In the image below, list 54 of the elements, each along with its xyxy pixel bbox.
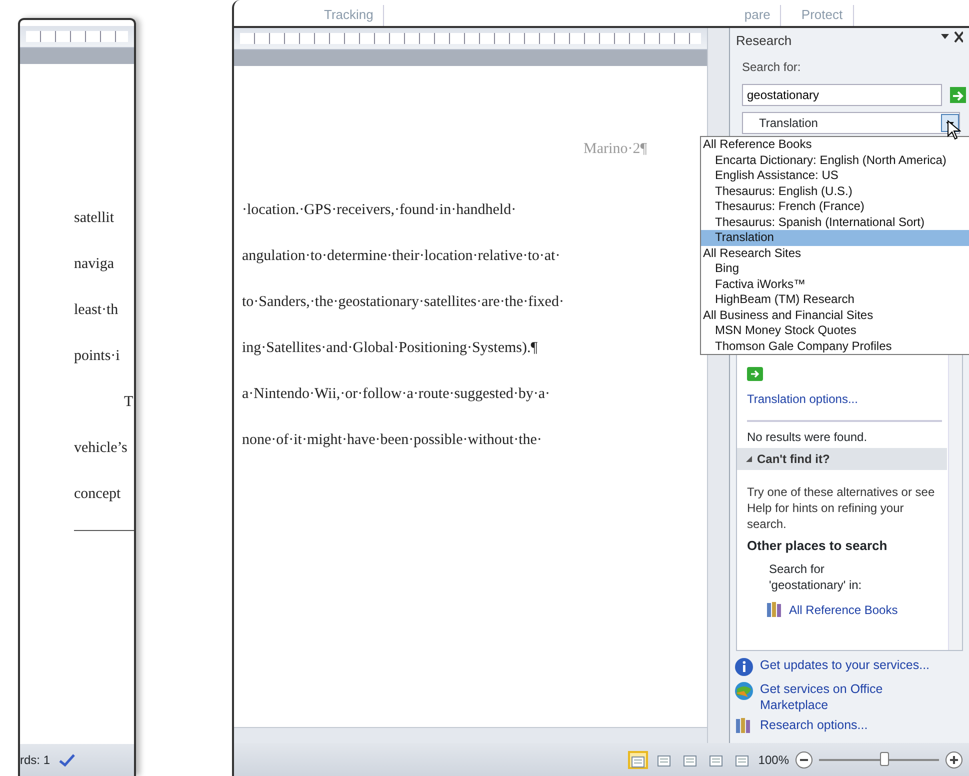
search-for-text: Search for 'geostationary' in:	[769, 561, 863, 593]
section-heading: Other places to search	[747, 536, 888, 555]
help-text: Try one of these alternatives or see Help for hints on refining your search.	[747, 484, 936, 532]
dropdown-item[interactable]: Thesaurus: English (U.S.)	[701, 184, 969, 199]
source-dropdown[interactable]: Translation	[742, 112, 960, 134]
document-line: angulation·to·determine·their·location·relative·to·at·	[242, 248, 560, 264]
footer-link[interactable]: Get updates to your services...	[760, 657, 950, 673]
footer-link[interactable]: Get services on Office Marketplace	[760, 681, 950, 713]
dropdown-item[interactable]: Factiva iWorks™	[701, 276, 969, 292]
dropdown-item[interactable]: HighBeam (TM) Research	[701, 292, 969, 308]
info-icon	[734, 657, 754, 677]
view-button[interactable]	[628, 750, 648, 768]
dropdown-item[interactable]: English Assistance: US	[701, 168, 969, 184]
document-line: naviga	[74, 255, 114, 274]
document-line: points·i	[74, 347, 120, 366]
dropdown-item[interactable]: Thesaurus: Spanish (International Sort)	[701, 214, 969, 230]
pane-title: Research	[736, 32, 792, 50]
document-line: ing·Satellites·and·Global·Positioning·Systems).¶	[242, 340, 538, 356]
go-button[interactable]	[950, 86, 966, 102]
search-label: Search for:	[742, 58, 802, 76]
dropdown-item[interactable]: All Reference Books	[701, 137, 969, 152]
footer-link[interactable]: Research options...	[760, 717, 950, 733]
document-line: a·Nintendo·Wii,·or·follow·a·route·suggested·by·a·	[242, 386, 550, 402]
reference-books-link[interactable]: All Reference Books	[789, 601, 898, 619]
document-line: ·location.·GPS·receivers,·found·in·handheld·	[242, 202, 516, 218]
dropdown-item[interactable]: All Business and Financial Sites	[701, 308, 969, 323]
translation-options-link[interactable]: Translation options...	[747, 390, 858, 408]
proofing-icon[interactable]	[58, 753, 76, 767]
dropdown-item[interactable]: Thomson Gale Company Profiles	[701, 338, 969, 354]
page-header: Marino·2¶	[584, 141, 647, 157]
document-line: satellit	[74, 209, 114, 228]
no-results-message: No results were found.	[747, 428, 868, 446]
search-field[interactable]: geostationary	[742, 84, 942, 106]
document-line: to·Sanders,·the·geostationary·satellites·are·the·fixed·	[242, 294, 564, 310]
globe-icon	[734, 681, 754, 701]
dropdown-item[interactable]: Thesaurus: French (France)	[701, 199, 969, 214]
dropdown-item[interactable]: Bing	[701, 261, 969, 276]
horizontal-scrollbar[interactable]	[234, 727, 707, 743]
dropdown-item[interactable]: Encarta Dictionary: English (North America)	[701, 152, 969, 168]
document-line: least·th	[74, 301, 118, 320]
document-line: T	[123, 393, 134, 412]
section-header[interactable]: Can't find it?	[737, 448, 947, 470]
zoom-slider-thumb[interactable]	[880, 752, 889, 766]
document-line: vehicle’s	[74, 439, 128, 458]
document-line: concept	[74, 485, 121, 504]
word-count[interactable]: rds: 1	[20, 751, 50, 769]
document-line: none·of·it·might·have·been·possible·without·the·	[242, 432, 542, 448]
translate-icon	[747, 366, 763, 380]
dropdown-item[interactable]: All Research Sites	[701, 246, 969, 261]
zoom-level: 100%	[758, 752, 789, 768]
dropdown-item[interactable]: MSN Money Stock Quotes	[701, 323, 969, 338]
dropdown-item[interactable]: Translation	[701, 230, 969, 246]
zoom-in-icon[interactable]	[945, 750, 963, 768]
zoom-out-icon[interactable]	[795, 750, 813, 768]
